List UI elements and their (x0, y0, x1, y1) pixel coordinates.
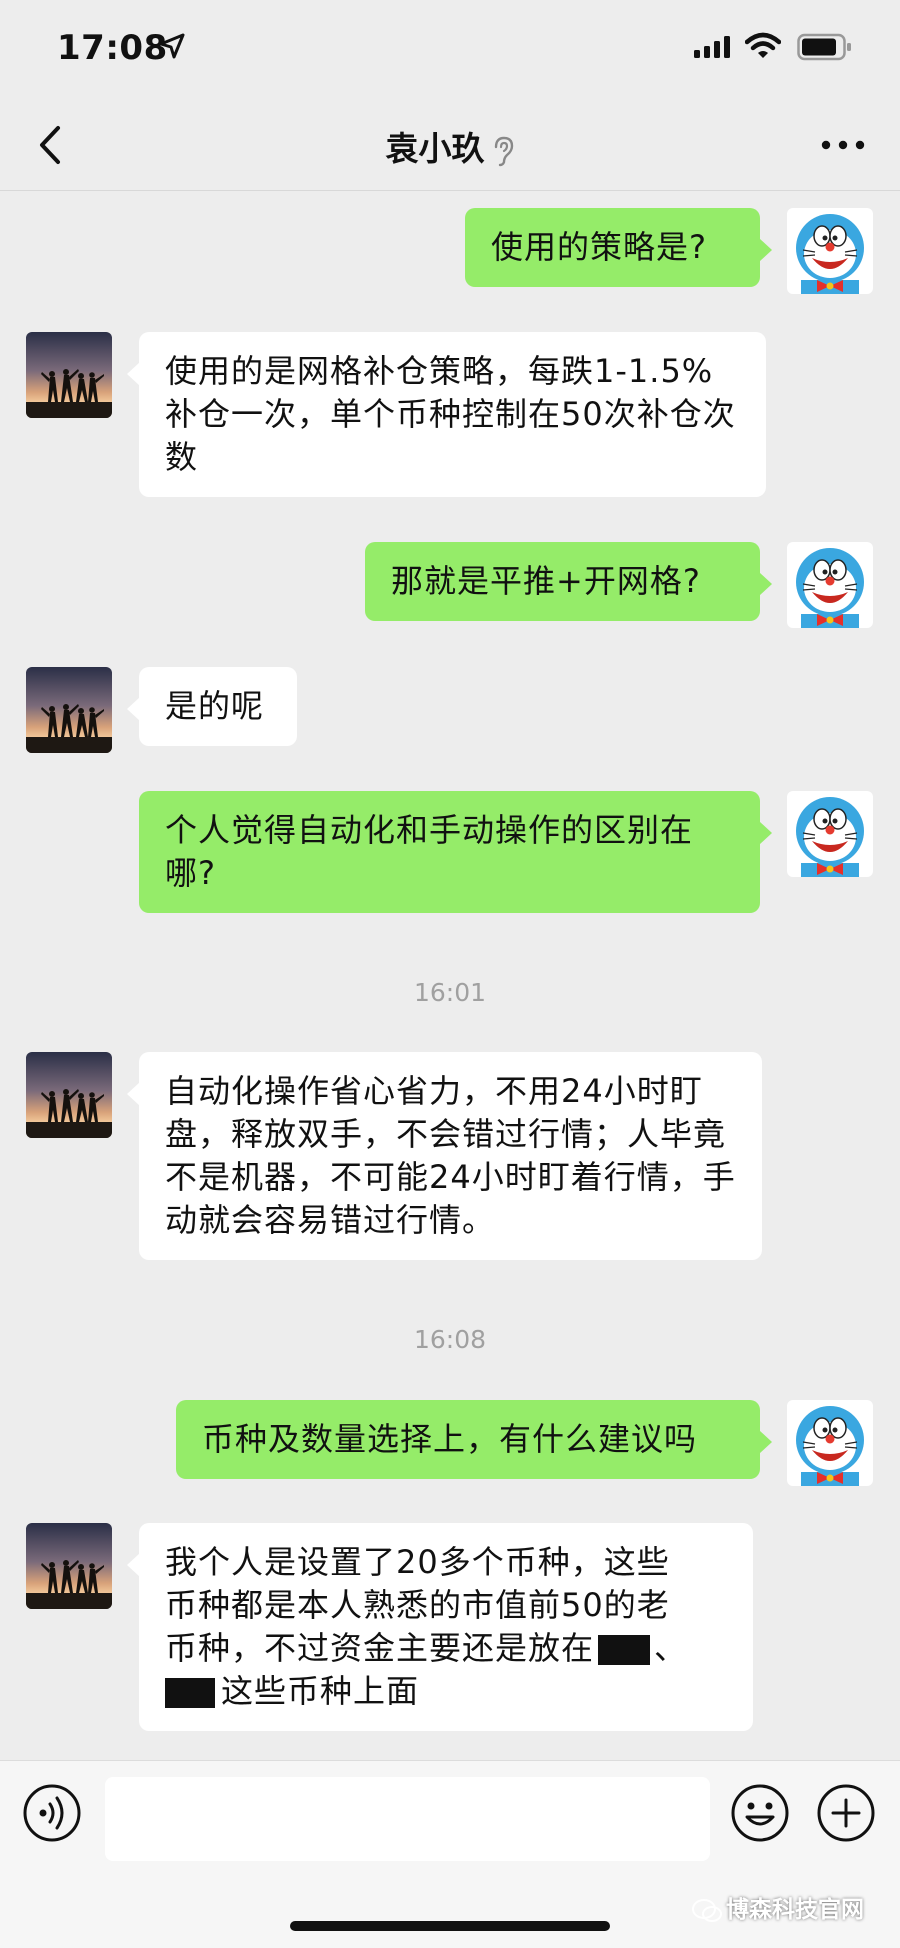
message-text: 那就是平推+开网格? (391, 562, 701, 600)
my-avatar[interactable] (787, 1400, 873, 1486)
wifi-icon (745, 32, 781, 58)
status-time: 17:08 (57, 28, 168, 68)
message-bubble-incoming[interactable]: 是的呢 (127, 667, 297, 746)
contact-avatar[interactable] (26, 667, 112, 753)
contact-avatar[interactable] (26, 332, 112, 418)
message-bubble-outgoing[interactable]: 币种及数量选择上，有什么建议吗 (176, 1400, 772, 1479)
plus-icon[interactable] (816, 1783, 876, 1843)
message-text: 个人觉得自动化和手动操作的区别在哪? (165, 811, 694, 892)
message-text: 是的呢 (165, 687, 265, 725)
location-arrow-icon (159, 33, 185, 59)
more-dots-icon[interactable] (818, 130, 868, 160)
contact-name: 袁小玖 (385, 129, 485, 168)
redaction-mark (598, 1635, 651, 1665)
message-line: 我个人是设置了20多个币种，这些 (165, 1543, 670, 1581)
battery-icon (797, 33, 851, 61)
status-bar: 17:08 (0, 0, 900, 100)
contact-avatar[interactable] (26, 1052, 112, 1138)
message-text: 使用的策略是? (491, 228, 707, 266)
message-bubble-outgoing[interactable]: 个人觉得自动化和手动操作的区别在哪? (139, 791, 772, 913)
message-text: 这些币种上面 (221, 1672, 420, 1710)
watermark-text: 博森科技官网 (726, 1897, 864, 1923)
message-input[interactable] (105, 1777, 710, 1861)
my-avatar[interactable] (787, 208, 873, 294)
my-avatar[interactable] (787, 542, 873, 628)
contact-avatar[interactable] (26, 1523, 112, 1609)
message-bubble-incoming[interactable]: 使用的是网格补仓策略，每跌1-1.5%补仓一次，单个币种控制在50次补仓次数 (127, 332, 766, 497)
message-text: 币种，不过资金主要还是放在 (165, 1629, 595, 1667)
message-text: 使用的是网格补仓策略，每跌1-1.5%补仓一次，单个币种控制在50次补仓次数 (165, 352, 736, 476)
timestamp: 16:01 (413, 978, 487, 1007)
chat-title[interactable]: 袁小玖 (0, 122, 900, 170)
message-line: 币种，不过资金主要还是放在 、 (165, 1627, 727, 1670)
home-indicator (290, 1921, 610, 1931)
ear-icon (494, 136, 513, 166)
chat-header: 袁小玖 (0, 100, 900, 191)
message-bubble-outgoing[interactable]: 那就是平推+开网格? (365, 542, 772, 621)
voice-icon[interactable] (22, 1783, 82, 1843)
message-bubble-incoming[interactable]: 我个人是设置了20多个币种，这些 币种都是本人熟悉的市值前50的老 币种，不过资… (127, 1523, 753, 1731)
timestamp: 16:08 (413, 1325, 487, 1354)
emoji-icon[interactable] (730, 1783, 790, 1843)
message-line: 这些币种上面 (165, 1670, 727, 1713)
watermark: 博森科技官网 (692, 1890, 864, 1924)
signal-icon (694, 36, 730, 58)
message-text: 自动化操作省心省力，不用24小时盯盘，释放双手，不会错过行情；人毕竟不是机器，不… (165, 1072, 736, 1239)
message-bubble-incoming[interactable]: 自动化操作省心省力，不用24小时盯盘，释放双手，不会错过行情；人毕竟不是机器，不… (127, 1052, 762, 1260)
message-text: 币种及数量选择上，有什么建议吗 (202, 1420, 698, 1458)
message-line: 币种都是本人熟悉的市值前50的老 (165, 1586, 670, 1624)
my-avatar[interactable] (787, 791, 873, 877)
wechat-icon (692, 1898, 722, 1922)
message-bubble-outgoing[interactable]: 使用的策略是? (465, 208, 772, 287)
redaction-mark (165, 1678, 215, 1708)
message-text: 、 (654, 1629, 688, 1667)
